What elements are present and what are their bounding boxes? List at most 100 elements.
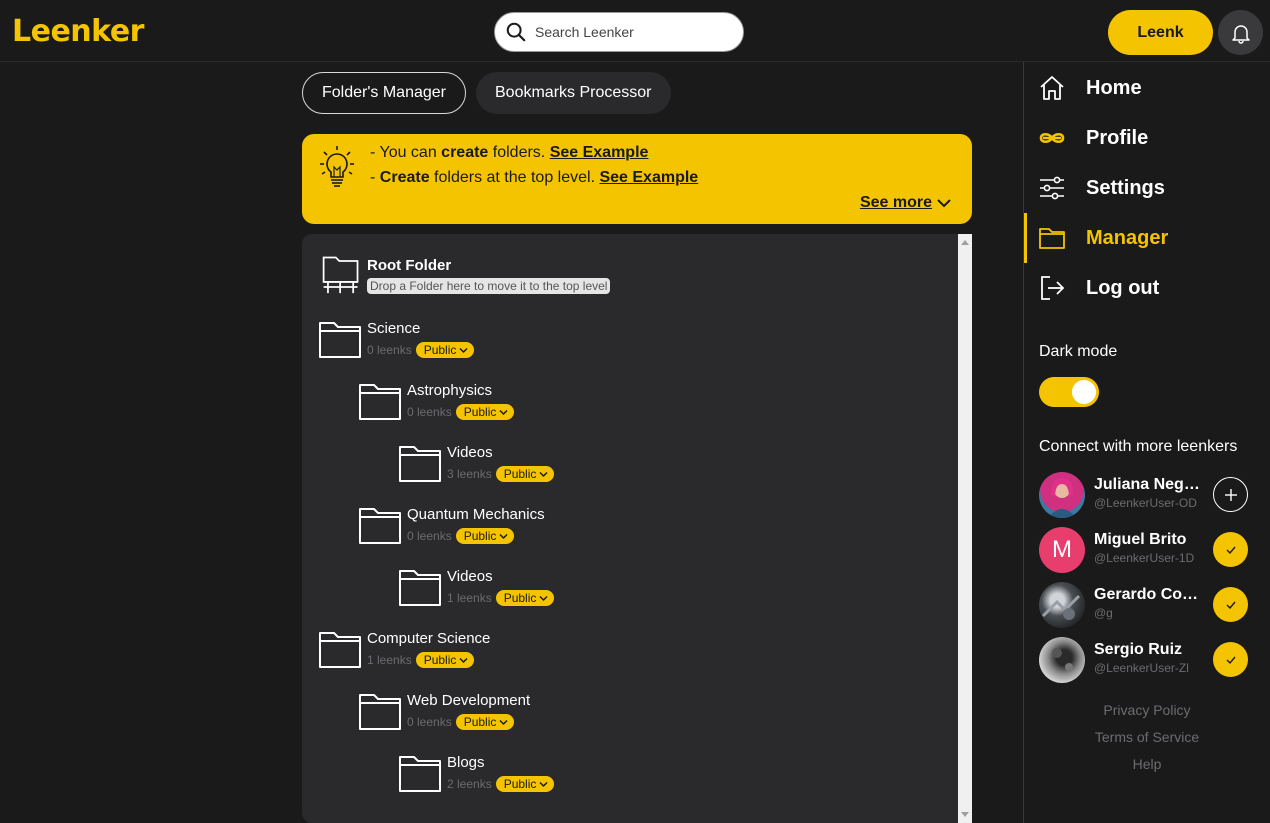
user-name: Gerardo Cortes (1094, 586, 1202, 603)
connected-button[interactable] (1213, 532, 1248, 567)
plus-icon (1224, 488, 1237, 501)
chevron-down-icon (499, 409, 508, 415)
chevron-down-icon (459, 347, 468, 353)
user-handle: @LeenkerUser-Zl (1094, 661, 1189, 675)
leenk-count: 3 leenks (447, 467, 492, 481)
search-box[interactable] (494, 12, 744, 52)
check-icon (1226, 601, 1236, 609)
tab-folders-manager[interactable]: Folder's Manager (302, 72, 466, 114)
nav-item-manager[interactable]: Manager (1024, 213, 1270, 263)
leenk-count: 1 leenks (367, 653, 412, 667)
connected-button[interactable] (1213, 642, 1248, 677)
tip-text: - (370, 169, 380, 186)
leenk-button[interactable]: Leenk (1108, 10, 1213, 55)
nav-item-settings[interactable]: Settings (1024, 163, 1270, 213)
visibility-label: Public (463, 529, 497, 543)
notifications-button[interactable] (1218, 10, 1263, 55)
leenk-count: 2 leenks (447, 777, 492, 791)
folder-icon (399, 570, 441, 606)
chevron-down-icon (499, 719, 508, 725)
visibility-dropdown[interactable]: Public (495, 590, 555, 606)
bell-icon (1231, 24, 1250, 44)
folder-name: Root Folder (367, 257, 452, 274)
profile-icon (1038, 124, 1066, 152)
leenk-count: 0 leenks (367, 343, 412, 357)
see-example-link[interactable]: See Example (599, 169, 698, 186)
leenker-logo[interactable]: Leenker (12, 14, 144, 49)
terms-of-service-link[interactable]: Terms of Service (1024, 729, 1270, 745)
nav-item-profile[interactable]: Profile (1024, 113, 1270, 163)
leenk-count: 0 leenks (407, 529, 452, 543)
folder-meta: 3 leenks Public (447, 466, 555, 482)
logout-icon (1038, 274, 1066, 302)
folder-meta: 0 leenks Public (407, 714, 515, 730)
sliders-icon (1038, 174, 1066, 202)
nav-label: Settings (1086, 176, 1165, 199)
avatar[interactable] (1039, 472, 1085, 518)
dark-mode-label: Dark mode (1039, 343, 1118, 360)
folder-icon (399, 446, 441, 482)
visibility-label: Public (503, 777, 537, 791)
visibility-dropdown[interactable]: Public (415, 342, 475, 358)
folder-name: Videos (447, 568, 493, 585)
folder-name: Blogs (447, 754, 485, 771)
folder-icon (399, 756, 441, 792)
avatar[interactable]: M (1039, 527, 1085, 573)
leenk-count: 1 leenks (447, 591, 492, 605)
folder-icon (359, 384, 401, 420)
avatar[interactable] (1039, 637, 1085, 683)
suggested-user[interactable]: Gerardo Cortes @g (1039, 582, 1254, 628)
scroll-up-arrow[interactable] (961, 240, 969, 245)
nav-label: Profile (1086, 126, 1149, 149)
tip-text: folders at the top level. (429, 169, 600, 186)
search-input[interactable] (535, 24, 725, 40)
visibility-label: Public (423, 343, 457, 357)
chevron-down-icon (539, 595, 548, 601)
user-name: Miguel Brito (1094, 531, 1187, 548)
nav-label: Manager (1086, 226, 1169, 249)
visibility-dropdown[interactable]: Public (455, 714, 515, 730)
check-icon (1226, 546, 1236, 554)
dark-mode-toggle[interactable] (1039, 377, 1099, 407)
visibility-dropdown[interactable]: Public (455, 528, 515, 544)
visibility-dropdown[interactable]: Public (455, 404, 515, 420)
user-handle: @LeenkerUser-1D (1094, 551, 1195, 565)
nav-label: Log out (1086, 276, 1160, 299)
suggested-user[interactable]: Juliana Negrete @LeenkerUser-OD (1039, 472, 1254, 518)
see-more-toggle[interactable]: See more (860, 194, 952, 212)
chevron-down-icon (539, 781, 548, 787)
avatar[interactable] (1039, 582, 1085, 628)
suggested-user[interactable]: M Miguel Brito @LeenkerUser-1D (1039, 527, 1254, 573)
folder-meta: 2 leenks Public (447, 776, 555, 792)
suggested-user[interactable]: Sergio Ruiz @LeenkerUser-Zl (1039, 637, 1254, 683)
visibility-dropdown[interactable]: Public (495, 466, 555, 482)
tab-bookmarks-processor[interactable]: Bookmarks Processor (476, 72, 671, 114)
visibility-label: Public (463, 405, 497, 419)
folder-name: Videos (447, 444, 493, 461)
add-connection-button[interactable] (1213, 477, 1248, 512)
privacy-policy-link[interactable]: Privacy Policy (1024, 702, 1270, 718)
chevron-down-icon (539, 471, 548, 477)
folder-meta: 0 leenks Public (367, 342, 475, 358)
visibility-label: Public (423, 653, 457, 667)
top-bar: Leenker Leenk (0, 0, 1270, 62)
user-name: Juliana Negrete (1094, 476, 1202, 493)
connected-button[interactable] (1213, 587, 1248, 622)
see-example-link[interactable]: See Example (550, 144, 649, 161)
avatar-initial: M (1052, 536, 1072, 563)
folder-name: Astrophysics (407, 382, 493, 399)
visibility-label: Public (503, 467, 537, 481)
main-content: Folder's Manager Bookmarks Processor - Y… (302, 62, 972, 823)
connect-heading: Connect with more leenkers (1039, 438, 1238, 455)
nav-item-home[interactable]: Home (1024, 63, 1270, 113)
help-link[interactable]: Help (1024, 756, 1270, 772)
visibility-dropdown[interactable]: Public (415, 652, 475, 668)
scroll-down-arrow[interactable] (961, 812, 969, 817)
tree-scrollbar[interactable] (958, 234, 972, 823)
visibility-dropdown[interactable]: Public (495, 776, 555, 792)
toggle-knob (1072, 380, 1096, 404)
visibility-label: Public (503, 591, 537, 605)
nav-item-logout[interactable]: Log out (1024, 263, 1270, 313)
folder-name: Computer Science (367, 630, 491, 647)
folder-name: Quantum Mechanics (407, 506, 545, 523)
